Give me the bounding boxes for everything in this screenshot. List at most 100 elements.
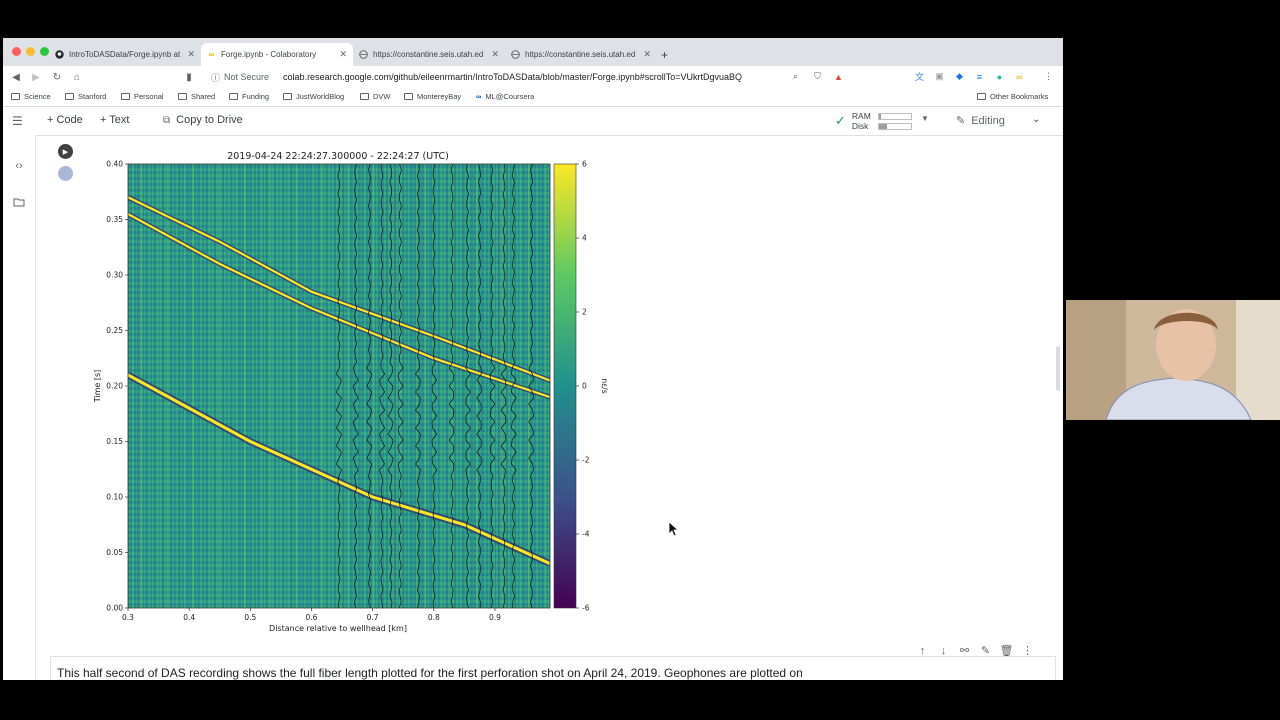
trace-stripe [209, 164, 212, 608]
y-tick-label: 0.10 [106, 493, 123, 502]
colorbar-tick-label: 4 [582, 234, 587, 243]
bookmark-icon[interactable]: ▮ [182, 70, 196, 84]
folder-icon [121, 93, 130, 100]
tab-github[interactable]: IntroToDASData/Forge.ipynb at ma ✕ [49, 43, 201, 66]
run-cell-button[interactable]: ▶ [58, 144, 73, 159]
folder-icon [404, 93, 413, 100]
editing-mode-button[interactable]: ✎ Editing [956, 114, 1005, 128]
drive-icon: ⧉ [163, 114, 171, 126]
copy-to-drive-button[interactable]: ⧉ Copy to Drive [163, 114, 243, 126]
trace-stripe [300, 164, 302, 608]
extension-icon[interactable]: ≡ [974, 71, 985, 82]
presenter-video [1066, 300, 1280, 420]
trace-stripe [334, 164, 336, 608]
trace-stripe [446, 164, 448, 608]
reload-button[interactable]: ↻ [50, 70, 64, 84]
colorbar-tick-label: 0 [582, 382, 587, 391]
x-tick-label: 0.4 [183, 613, 195, 622]
files-folder-icon[interactable] [12, 195, 26, 209]
tab-colab[interactable]: ∞ Forge.ipynb - Colaboratory ✕ [201, 43, 353, 66]
bookmark-folder[interactable]: Funding [229, 92, 269, 101]
back-button[interactable]: ◀ [9, 70, 23, 84]
brave-shield-icon[interactable]: ⛉ [812, 71, 823, 82]
maximize-window-button[interactable] [40, 47, 49, 56]
bookmark-folder[interactable]: Shared [178, 92, 215, 101]
colorbar-ticks: 6 4 2 0 -2 -4 -6 [576, 160, 590, 613]
y-tick-label: 0.30 [106, 271, 123, 280]
extension-icon[interactable]: ◆ [954, 71, 965, 82]
trace-stripe [377, 164, 379, 608]
markdown-cell[interactable]: This half second of DAS recording shows … [50, 656, 1056, 680]
colorbar-tick-label: -4 [582, 530, 590, 539]
close-tab-icon[interactable]: ✕ [491, 49, 499, 60]
folder-icon [11, 93, 20, 100]
trace-stripe [330, 164, 332, 608]
bookmark-folder[interactable]: JustWorldBlog [283, 92, 344, 101]
other-bookmarks[interactable]: Other Bookmarks [977, 92, 1048, 101]
github-icon [55, 50, 64, 59]
url-text: colab.research.google.com/github/eileenr… [283, 72, 743, 82]
bookmark-folder[interactable]: MontereyBay [404, 92, 461, 101]
address-row: ◀ ▶ ↻ ⌂ ▮ ⓘ Not Secure colab.research.go… [3, 66, 1063, 88]
menu-icon[interactable]: ⋮ [1043, 71, 1054, 82]
y-axis-label: Time [s] [93, 370, 102, 404]
x-axis-label: Distance relative to wellhead [km] [269, 624, 407, 633]
extension-icon[interactable]: ▣ [934, 71, 945, 82]
trace-stripe [171, 164, 173, 608]
translate-extension-icon[interactable]: 文 [914, 71, 925, 82]
add-text-button[interactable]: + Text [100, 114, 129, 126]
forward-button[interactable]: ▶ [29, 70, 43, 84]
trace-stripe [295, 164, 298, 608]
table-of-contents-icon[interactable]: ☰ [12, 114, 23, 128]
trace-stripe [437, 164, 439, 608]
code-snippets-icon[interactable]: ‹› [12, 159, 26, 173]
bookmark-link[interactable]: ∞ ML@Coursera [476, 92, 534, 101]
add-code-button[interactable]: + Code [47, 114, 83, 126]
bookmark-folder[interactable]: Science [11, 92, 51, 101]
bookmark-folder[interactable]: DVW [360, 92, 391, 101]
folder-icon [65, 93, 74, 100]
trace-stripe [235, 164, 237, 608]
trace-stripe [136, 164, 138, 608]
trace-stripe [472, 164, 474, 608]
pencil-icon: ✎ [956, 115, 966, 127]
scrollbar-thumb[interactable] [1056, 346, 1060, 391]
trace-stripe [321, 164, 323, 608]
url-bar[interactable]: ⓘ Not Secure colab.research.google.com/g… [203, 68, 813, 86]
trace-stripe [222, 164, 224, 608]
home-button[interactable]: ⌂ [70, 70, 84, 84]
bookmark-folder[interactable]: Personal [121, 92, 164, 101]
bookmark-folder[interactable]: Stanford [65, 92, 106, 101]
y-tick-label: 0.15 [106, 437, 123, 446]
left-rail: ‹› [3, 135, 36, 680]
markdown-text: This half second of DAS recording shows … [57, 666, 803, 680]
trace-stripe [261, 164, 263, 608]
trace-stripe [205, 164, 207, 608]
trace-stripe [441, 164, 444, 608]
close-tab-icon[interactable]: ✕ [643, 49, 651, 60]
zoom-icon[interactable]: ⌕ [790, 71, 801, 82]
trace-stripe [132, 164, 134, 608]
grammarly-icon[interactable]: ● [994, 71, 1005, 82]
colab-extension-icon[interactable]: ∞ [1014, 71, 1025, 82]
runtime-status[interactable]: ✓ RAM Disk [835, 111, 912, 131]
tab-strip: IntroToDASData/Forge.ipynb at ma ✕ ∞ For… [3, 38, 1063, 66]
new-tab-button[interactable]: + [657, 43, 675, 66]
close-tab-icon[interactable]: ✕ [339, 49, 347, 60]
close-tab-icon[interactable]: ✕ [187, 49, 195, 60]
trace-stripe [463, 164, 465, 608]
trace-stripe [360, 164, 362, 608]
folder-icon [178, 93, 187, 100]
tab-constantine-1[interactable]: https://constantine.seis.utah.ed ✕ [353, 43, 505, 66]
trace-stripe [429, 164, 431, 608]
tab-constantine-2[interactable]: https://constantine.seis.utah.ed ✕ [505, 43, 657, 66]
runtime-dropdown-icon[interactable]: ▼ [921, 114, 929, 123]
chart-title: 2019-04-24 22:24:27.300000 - 22:24:27 (U… [227, 151, 449, 162]
avatar [58, 166, 73, 181]
minimize-window-button[interactable] [26, 47, 35, 56]
trace-stripe [308, 164, 310, 608]
close-window-button[interactable] [12, 47, 21, 56]
brave-rewards-icon[interactable]: ▲ [833, 71, 844, 82]
info-icon[interactable]: ⓘ [211, 71, 220, 84]
chevron-down-icon[interactable]: ⌄ [1032, 114, 1040, 125]
